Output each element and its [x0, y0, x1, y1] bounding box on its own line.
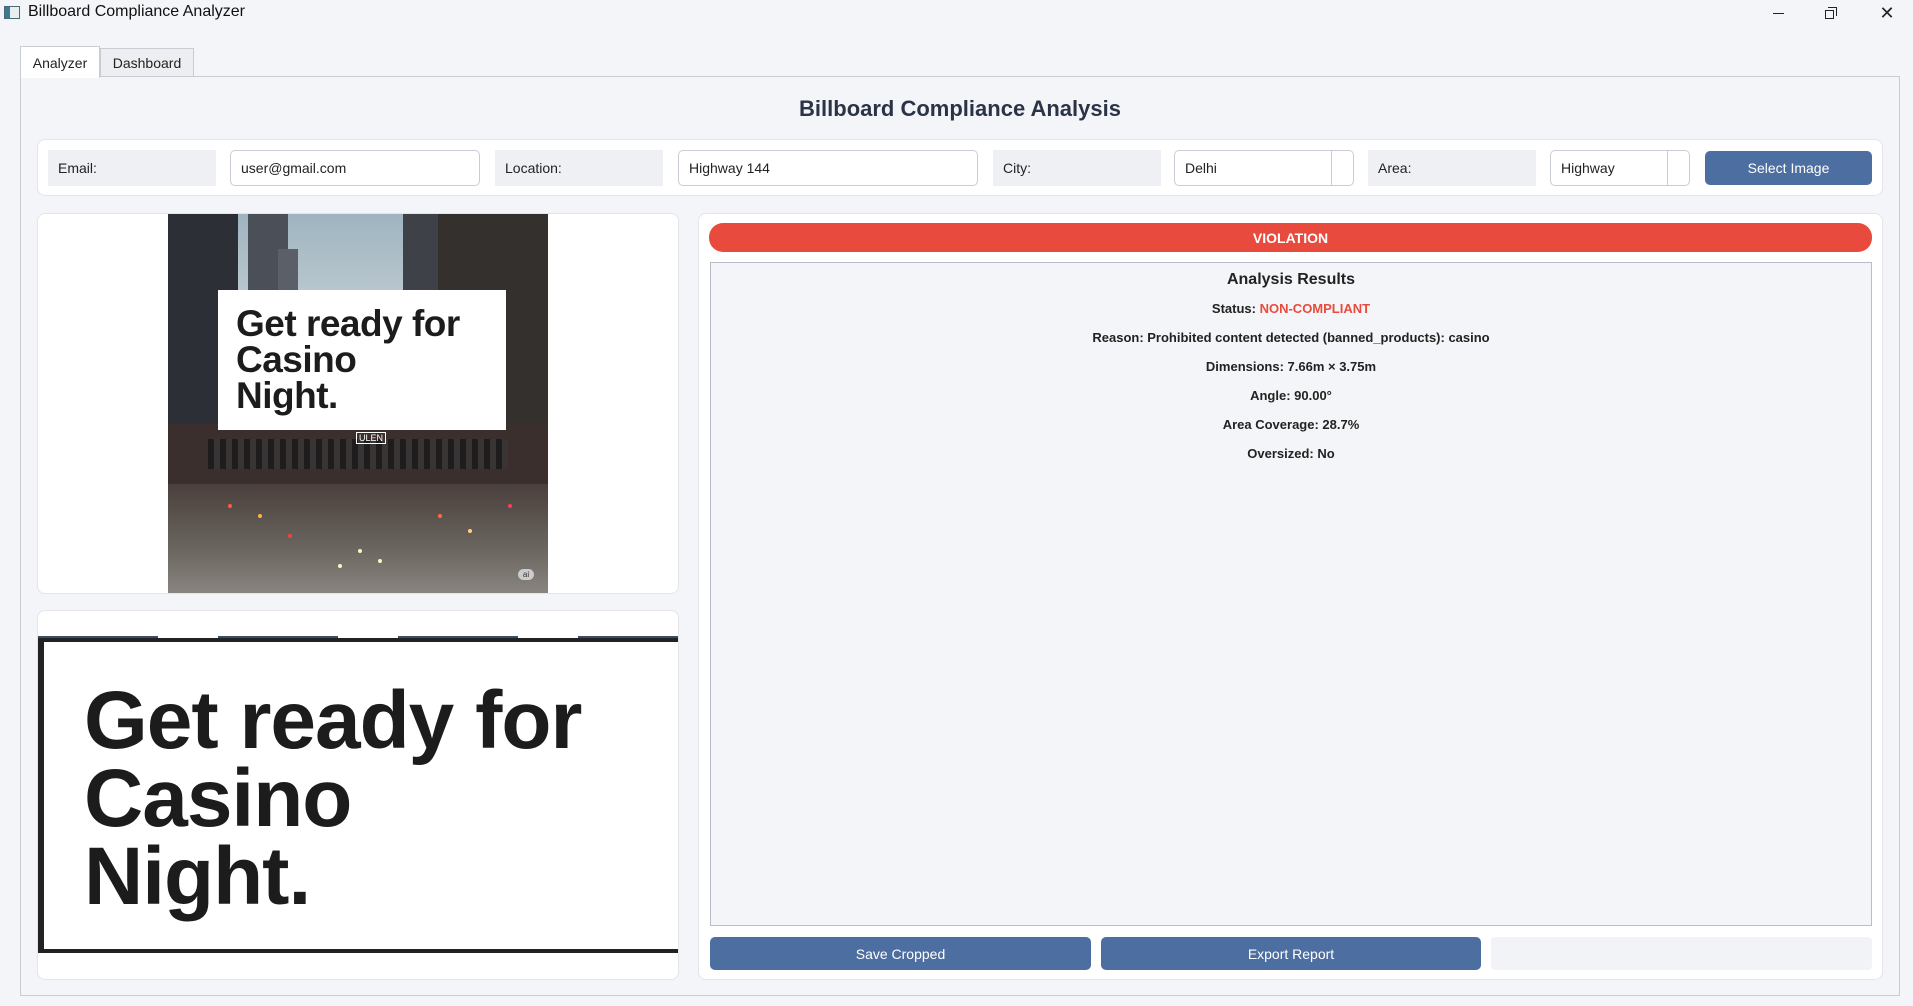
close-icon[interactable]: ✕: [1857, 0, 1913, 26]
cropped-billboard: Get ready for Casino Night.: [38, 638, 678, 953]
window-title: Billboard Compliance Analyzer: [28, 3, 245, 20]
save-cropped-button[interactable]: Save Cropped: [710, 937, 1091, 970]
city-value: Delhi: [1185, 160, 1217, 176]
title-bar: Billboard Compliance Analyzer ✕: [0, 0, 1913, 26]
ai-badge: ai: [518, 569, 534, 580]
billboard-photo: Get ready for Casino Night. ULEN ai: [168, 214, 548, 593]
cropped-line-3: Night.: [84, 831, 311, 922]
location-label: Location:: [495, 150, 663, 186]
result-angle: Angle: 90.00°: [1250, 388, 1332, 403]
input-form: Email: user@gmail.com Location: Highway …: [37, 139, 1883, 196]
page-title: Billboard Compliance Analysis: [799, 96, 1121, 121]
analysis-results-box: Analysis Results Status: NON-COMPLIANT R…: [710, 262, 1872, 926]
minimize-icon[interactable]: [1748, 0, 1808, 26]
city-label: City:: [993, 150, 1161, 186]
result-status-value: NON-COMPLIANT: [1259, 301, 1371, 316]
status-badge: VIOLATION: [709, 223, 1872, 252]
billboard-line-2: Casino: [236, 339, 357, 380]
area-combobox[interactable]: Highway: [1550, 150, 1690, 186]
result-status-label: Status:: [1211, 301, 1256, 316]
cropped-line-2: Casino: [84, 753, 352, 844]
progress-area: [1491, 937, 1872, 970]
city-dropdown-arrow-icon[interactable]: [1331, 151, 1353, 185]
cropped-line-1: Get ready for: [84, 675, 582, 766]
area-label: Area:: [1368, 150, 1536, 186]
result-area-coverage: Area Coverage: 28.7%: [1222, 417, 1360, 432]
area-dropdown-arrow-icon[interactable]: [1667, 151, 1689, 185]
billboard-panel: Get ready for Casino Night.: [218, 290, 506, 430]
original-image-frame: Get ready for Casino Night. ULEN ai: [37, 213, 679, 594]
result-oversized: Oversized: No: [1247, 446, 1335, 461]
city-combobox[interactable]: Delhi: [1174, 150, 1354, 186]
result-reason: Reason: Prohibited content detected (ban…: [1092, 330, 1490, 345]
result-dimensions: Dimensions: 7.66m × 3.75m: [1205, 359, 1377, 374]
area-value: Highway: [1561, 160, 1615, 176]
email-label: Email:: [48, 150, 216, 186]
app-icon: [4, 6, 20, 19]
tab-analyzer[interactable]: Analyzer: [20, 46, 100, 78]
restore-icon[interactable]: [1801, 0, 1861, 26]
result-status: Status: NON-COMPLIANT: [711, 301, 1871, 316]
export-report-button[interactable]: Export Report: [1101, 937, 1481, 970]
billboard-line-1: Get ready for: [236, 303, 460, 344]
cropped-image-frame: Get ready for Casino Night.: [37, 610, 679, 980]
location-field[interactable]: Highway 144: [678, 150, 978, 186]
tab-dashboard[interactable]: Dashboard: [100, 48, 194, 77]
billboard-line-3: Night.: [236, 375, 338, 416]
email-field[interactable]: user@gmail.com: [230, 150, 480, 186]
billboard-brand: ULEN: [356, 432, 387, 444]
select-image-button[interactable]: Select Image: [1705, 151, 1872, 185]
results-title: Analysis Results: [1226, 271, 1356, 288]
